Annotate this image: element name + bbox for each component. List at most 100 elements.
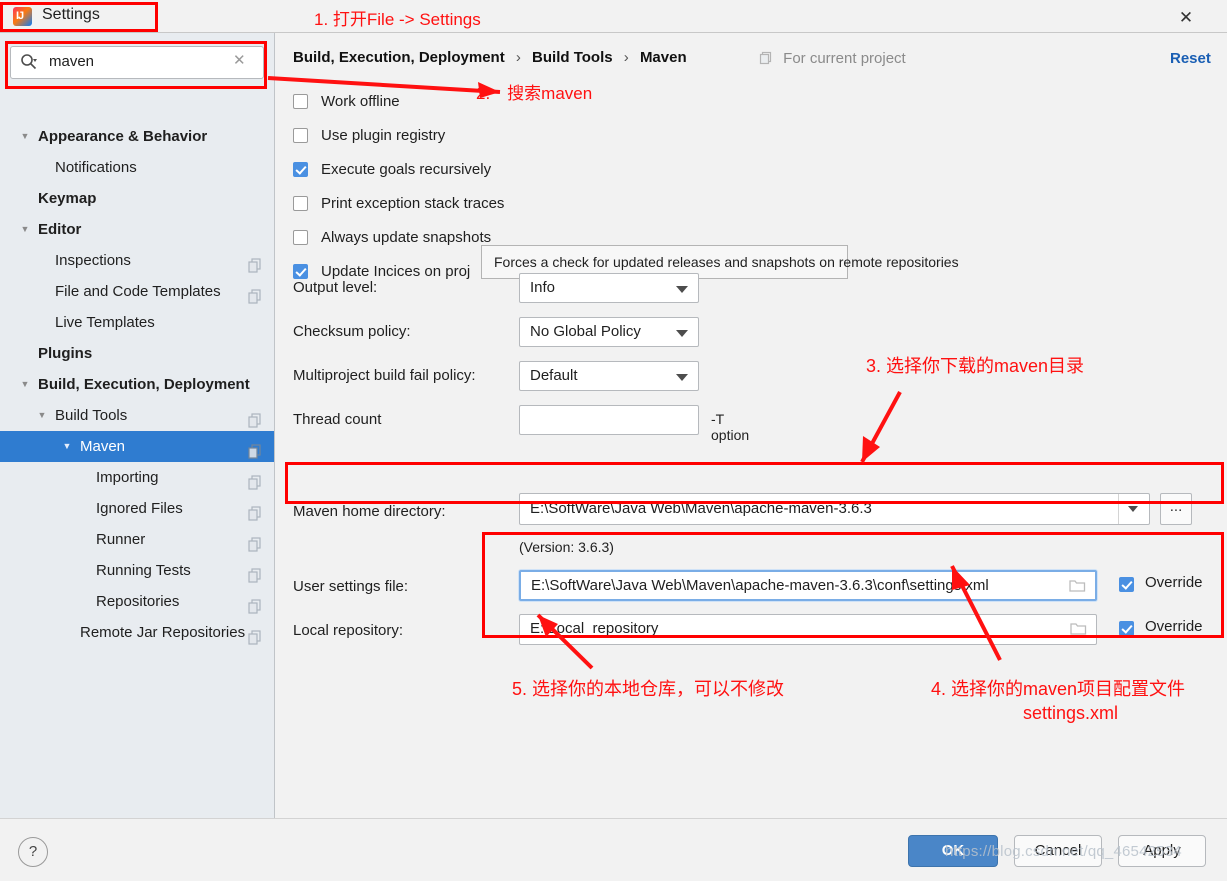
copy-settings-icon[interactable] — [248, 253, 262, 273]
sidebar-item-running-tests[interactable]: Running Tests — [0, 555, 274, 586]
sidebar-item-label: Maven — [80, 438, 126, 455]
checkbox-update-incices-on-proj[interactable] — [293, 264, 308, 279]
copy-settings-icon[interactable] — [248, 594, 262, 614]
sidebar-item-label: Inspections — [55, 252, 131, 269]
output-level-value: Info — [530, 279, 556, 296]
copy-settings-icon[interactable] — [248, 501, 262, 521]
sidebar-item-label: Appearance & Behavior — [38, 128, 208, 145]
sidebar-item-notifications[interactable]: Notifications — [0, 152, 274, 183]
sidebar-item-label: File and Code Templates — [55, 283, 221, 300]
scope-indicator: For current project — [759, 50, 906, 67]
user-settings-override-checkbox[interactable] — [1119, 577, 1134, 592]
folder-icon[interactable] — [1070, 621, 1087, 636]
sidebar-item-appearance-behavior[interactable]: ▼ Appearance & Behavior — [0, 121, 274, 152]
sidebar-item-label: Importing — [96, 469, 159, 486]
checkbox-label: Execute goals recursively — [321, 161, 492, 178]
maven-home-directory-input[interactable]: E:\SoftWare\Java Web\Maven\apache-maven-… — [519, 493, 1150, 525]
sidebar-item-runner[interactable]: Runner — [0, 524, 274, 555]
sidebar-item-remote-jar-repositories[interactable]: Remote Jar Repositories — [0, 617, 274, 648]
sidebar-item-inspections[interactable]: Inspections — [0, 245, 274, 276]
chevron-down-icon[interactable]: ▼ — [18, 214, 32, 245]
chevron-down-icon[interactable]: ▼ — [18, 369, 32, 400]
sidebar-item-file-and-code-templates[interactable]: File and Code Templates — [0, 276, 274, 307]
checkbox-use-plugin-registry[interactable] — [293, 128, 308, 143]
user-settings-override-label: Override — [1145, 574, 1203, 591]
thread-count-label: Thread count — [293, 411, 382, 428]
sidebar-item-importing[interactable]: Importing — [0, 462, 274, 493]
sidebar-item-label: Ignored Files — [96, 500, 183, 517]
sidebar-item-repositories[interactable]: Repositories — [0, 586, 274, 617]
user-settings-file-input[interactable]: E:\SoftWare\Java Web\Maven\apache-maven-… — [519, 570, 1097, 601]
checkbox-label: Always update snapshots — [321, 229, 492, 246]
chevron-down-icon[interactable]: ▼ — [35, 400, 49, 431]
maven-home-directory-row: Maven home directory: E:\SoftWare\Java W… — [293, 493, 1208, 533]
copy-settings-icon[interactable] — [248, 408, 262, 428]
sidebar-item-label: Build Tools — [55, 407, 128, 424]
clear-icon[interactable]: ✕ — [233, 51, 246, 69]
sidebar-item-live-templates[interactable]: Live Templates — [0, 307, 274, 338]
help-button[interactable]: ? — [18, 837, 48, 867]
chevron-down-icon — [676, 330, 688, 337]
folder-icon[interactable] — [1069, 578, 1086, 593]
sidebar-item-build-execution-deployment[interactable]: ▼ Build, Execution, Deployment — [0, 369, 274, 400]
chevron-down-icon — [676, 374, 688, 381]
breadcrumb-item-2[interactable]: Build Tools — [532, 49, 613, 66]
sidebar-item-editor[interactable]: ▼ Editor — [0, 214, 274, 245]
sidebar-item-label: Plugins — [38, 345, 93, 362]
sidebar-item-label: Running Tests — [96, 562, 191, 579]
checkbox-label: Print exception stack traces — [321, 195, 505, 212]
chevron-down-icon[interactable] — [1118, 494, 1149, 524]
local-repository-input[interactable]: E:\Local_repository — [519, 614, 1097, 645]
chevron-down-icon — [676, 286, 688, 293]
sidebar-item-build-tools[interactable]: ▼ Build Tools — [0, 400, 274, 431]
search-input[interactable]: maven ✕ — [10, 46, 264, 79]
checksum-policy-dropdown[interactable]: No Global Policy — [519, 317, 699, 347]
sidebar-item-maven[interactable]: ▼ Maven — [0, 431, 274, 462]
checkbox-work-offline[interactable] — [293, 94, 308, 109]
settings-tree: ▼ Appearance & Behavior Notifications Keyma… — [0, 121, 274, 648]
sidebar-item-label: Keymap — [38, 190, 97, 207]
output-level-label: Output level: — [293, 279, 378, 296]
chevron-down-icon[interactable]: ▼ — [60, 431, 74, 462]
settings-content: Build, Execution, Deployment › Build Too… — [275, 33, 1227, 818]
multiproject-build-fail-policy-dropdown[interactable]: Default — [519, 361, 699, 391]
close-icon[interactable]: ✕ — [1172, 6, 1200, 30]
reset-link[interactable]: Reset — [1170, 50, 1211, 67]
breadcrumb-item-3[interactable]: Maven — [640, 49, 687, 66]
sidebar-item-label: Notifications — [55, 159, 137, 176]
sidebar-item-plugins[interactable]: Plugins — [0, 338, 274, 369]
watermark: https://blog.csdn.net/qq_46542534 — [945, 843, 1182, 860]
copy-settings-icon[interactable] — [248, 470, 262, 490]
window-title-bar: IJ Settings ✕ — [0, 0, 1227, 33]
checkbox-always-update-snapshots[interactable] — [293, 230, 308, 245]
copy-settings-icon[interactable] — [248, 563, 262, 583]
thread-count-input[interactable] — [519, 405, 699, 435]
sidebar-item-label: Build, Execution, Deployment — [38, 376, 250, 393]
settings-sidebar: maven ✕ ▼ Appearance & Behavior Notificati… — [0, 33, 275, 818]
chevron-down-icon[interactable]: ▼ — [18, 121, 32, 152]
local-repository-override-checkbox[interactable] — [1119, 621, 1134, 636]
breadcrumb-item-1[interactable]: Build, Execution, Deployment — [293, 49, 505, 66]
intellij-idea-icon: IJ — [13, 7, 32, 26]
maven-home-browse-button[interactable]: ... — [1160, 493, 1192, 525]
local-repository-override-label: Override — [1145, 618, 1203, 635]
maven-home-directory-label: Maven home directory: — [293, 503, 446, 520]
local-repository-label: Local repository: — [293, 622, 404, 639]
sidebar-item-keymap[interactable]: Keymap — [0, 183, 274, 214]
multiproject-build-fail-policy-label: Multiproject build fail policy: — [293, 367, 476, 384]
breadcrumb-separator: › — [623, 49, 629, 66]
copy-settings-icon[interactable] — [248, 532, 262, 552]
window-title: Settings — [42, 6, 100, 23]
thread-count-suffix: -T option — [711, 411, 750, 443]
sidebar-item-ignored-files[interactable]: Ignored Files — [0, 493, 274, 524]
copy-settings-icon[interactable] — [248, 439, 262, 459]
maven-version-text: (Version: 3.6.3) — [519, 539, 614, 555]
checkbox-print-exception-stack-traces[interactable] — [293, 196, 308, 211]
maven-home-directory-value: E:\SoftWare\Java Web\Maven\apache-maven-… — [530, 500, 872, 517]
copy-settings-icon[interactable] — [248, 284, 262, 304]
sidebar-item-label: Repositories — [96, 593, 180, 610]
output-level-dropdown[interactable]: Info — [519, 273, 699, 303]
copy-settings-icon[interactable] — [248, 625, 262, 645]
checkbox-execute-goals-recursively[interactable] — [293, 162, 308, 177]
checkbox-label: Use plugin registry — [321, 127, 446, 144]
